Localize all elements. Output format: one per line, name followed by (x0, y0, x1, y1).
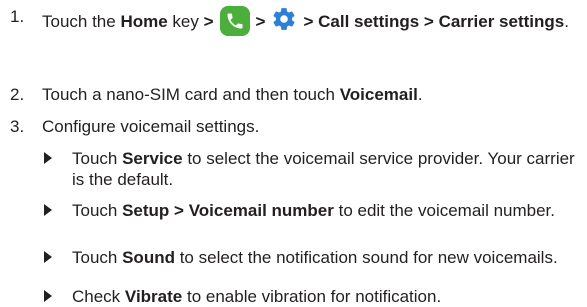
bullet-text: Touch Setup > Voicemail number to edit t… (72, 201, 555, 220)
step-text: Touch the Home key > > > Call settings > C… (42, 6, 579, 36)
bullet-text: Check Vibrate to enable vibration for no… (72, 287, 442, 306)
settings-gear-icon (271, 6, 297, 32)
step-number: 3. (10, 117, 25, 136)
bullet-arrow-icon (44, 290, 52, 302)
step-number: 1. (10, 7, 25, 26)
bullet-text: Touch Service to select the voicemail se… (72, 149, 575, 189)
phone-app-icon (219, 6, 250, 36)
bullet-arrow-icon (44, 152, 52, 164)
step-text: Configure voicemail settings. (42, 117, 260, 136)
step-number: 2. (10, 85, 25, 104)
bullet-arrow-icon (44, 251, 52, 263)
bullet-arrow-icon (44, 204, 52, 216)
step-text: Touch a nano-SIM card and then touch Voi… (42, 85, 423, 104)
instructions-page: 1. Touch the Home key > > > Call settings … (0, 0, 587, 307)
bullet-text: Touch Sound to select the notification s… (72, 248, 558, 267)
